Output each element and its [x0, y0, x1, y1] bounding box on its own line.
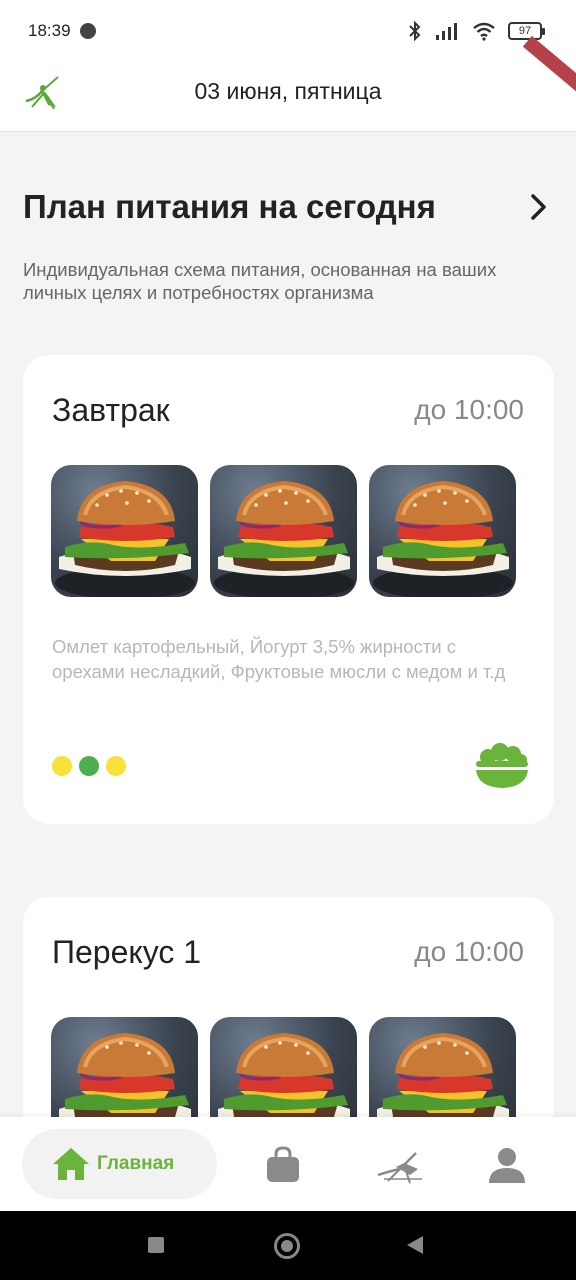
meal-description: Омлет картофельный, Йогурт 3,5% жирности… — [52, 636, 506, 682]
salad-bowl-icon — [476, 743, 528, 788]
mosquito-icon[interactable] — [376, 1145, 424, 1185]
meal-card-breakfast[interactable]: Завтрак до 10:00 Омлет картофельный, Йог… — [23, 355, 554, 824]
meal-name: Перекус 1 — [52, 934, 202, 970]
system-nav-bar — [0, 1211, 576, 1280]
burger-photo[interactable] — [369, 465, 516, 597]
nutrition-dots — [52, 756, 126, 776]
status-bar: 18:39 97 — [0, 0, 576, 64]
meal-time: до 10:00 — [414, 936, 524, 967]
signal-icon — [436, 23, 457, 40]
recent-apps-button[interactable] — [148, 1237, 164, 1253]
nutrition-dot — [79, 756, 99, 776]
plan-subtitle: Индивидуальная схема питания, основанная… — [23, 259, 497, 303]
wifi-icon — [473, 22, 495, 41]
meal-photos — [51, 465, 516, 597]
nutrition-dot — [106, 756, 126, 776]
plan-title[interactable]: План питания на сегодня — [23, 188, 436, 226]
back-button[interactable] — [407, 1236, 423, 1254]
burger-photo[interactable] — [210, 465, 357, 597]
chevron-right-icon[interactable] — [524, 192, 554, 222]
header-date: 03 июня, пятница — [194, 78, 382, 104]
home-icon — [53, 1148, 89, 1180]
nav-home[interactable]: Главная — [22, 1129, 217, 1199]
nav-home-label: Главная — [97, 1153, 175, 1174]
bottom-nav: Главная — [0, 1117, 576, 1211]
meal-time: до 10:00 — [414, 394, 524, 425]
system-home-button[interactable] — [274, 1233, 300, 1259]
meal-name: Завтрак — [52, 392, 170, 428]
app-header: 03 июня, пятница — [0, 35, 576, 132]
shopping-bag-icon[interactable] — [263, 1145, 303, 1185]
notification-icon — [80, 23, 96, 39]
battery-indicator: 97 — [508, 22, 545, 40]
profile-icon[interactable] — [487, 1145, 527, 1185]
nutrition-dot — [52, 756, 72, 776]
battery-level: 97 — [518, 25, 532, 37]
burger-photo[interactable] — [51, 465, 198, 597]
status-time: 18:39 — [28, 21, 71, 40]
bluetooth-icon — [409, 20, 421, 42]
status-icons: 97 — [408, 20, 545, 42]
